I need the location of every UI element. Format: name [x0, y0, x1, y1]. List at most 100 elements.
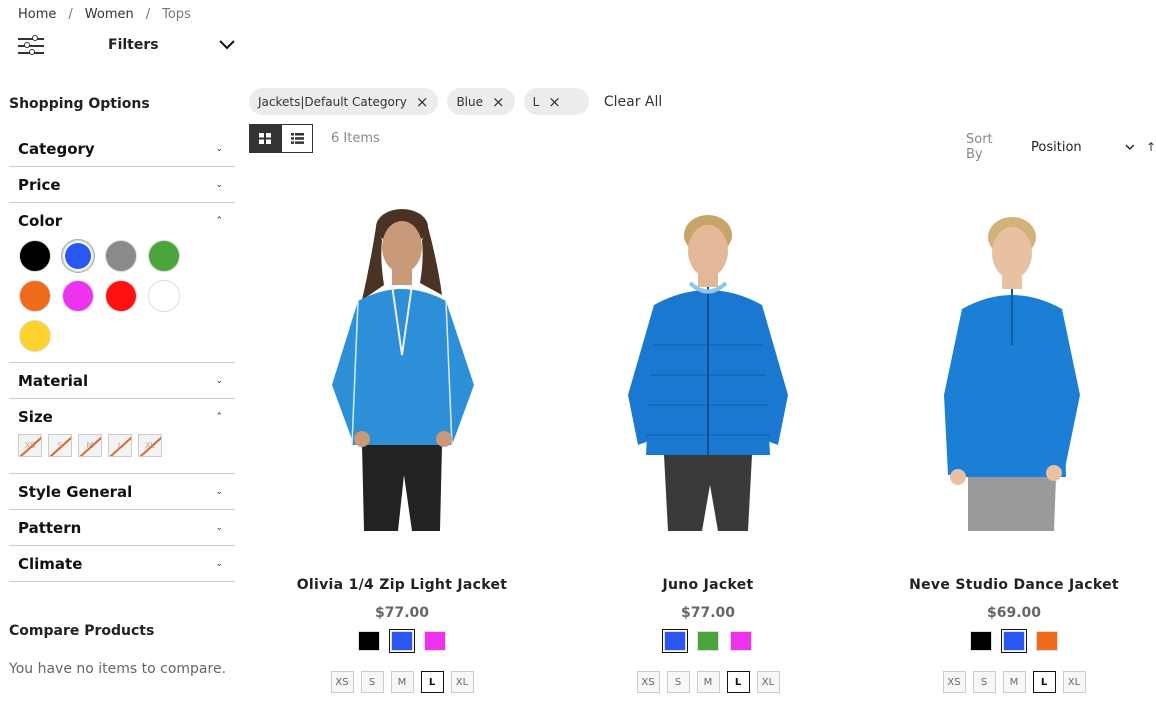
facet-climate: Climate ⌄	[9, 546, 235, 582]
facet-pattern: Pattern ⌄	[9, 510, 235, 546]
facet-color: Color ⌃	[9, 203, 235, 363]
facet-price-toggle[interactable]: Price ⌄	[9, 167, 235, 202]
sort-direction-icon[interactable]: ↑	[1146, 140, 1156, 154]
product-card: Neve Studio Dance Jacket $69.00 XS S M L XL	[861, 205, 1156, 693]
list-view-button[interactable]	[281, 124, 313, 153]
product-color-swatch[interactable]	[970, 631, 992, 651]
clear-all-link[interactable]: Clear All	[604, 94, 662, 110]
product-size-swatch[interactable]: XL	[1062, 671, 1086, 693]
product-size-swatch[interactable]: S	[666, 671, 690, 693]
product-color-swatch[interactable]	[1036, 631, 1058, 651]
breadcrumb: Home / Women / Tops	[18, 7, 191, 22]
color-swatch[interactable]	[148, 280, 180, 312]
remove-filter-icon[interactable]: ×	[548, 93, 561, 111]
product-color-swatch[interactable]	[424, 631, 446, 651]
product-image[interactable]	[292, 205, 512, 531]
color-swatch[interactable]	[148, 240, 180, 272]
breadcrumb-women[interactable]: Women	[85, 7, 134, 22]
facet-label: Material	[18, 371, 89, 390]
facet-label: Size	[18, 407, 53, 426]
chevron-down-icon	[1125, 144, 1135, 150]
facet-label: Style General	[18, 482, 133, 501]
product-size-swatches: XS S M L XL	[636, 671, 780, 693]
compare-title: Compare Products	[9, 623, 155, 639]
product-card: Olivia 1/4 Zip Light Jacket $77.00 XS S M L…	[249, 205, 555, 693]
color-swatch[interactable]	[19, 240, 51, 272]
facet-category-toggle[interactable]: Category ⌄	[9, 131, 235, 166]
chevron-down-icon: ⌄	[215, 486, 223, 497]
filter-chip-label: L	[532, 94, 540, 109]
product-price: $77.00	[680, 605, 736, 621]
color-swatch[interactable]	[62, 280, 94, 312]
filter-chip-label: Blue	[456, 94, 484, 109]
product-name[interactable]: Juno Jacket	[662, 577, 753, 593]
facet-climate-toggle[interactable]: Climate ⌄	[9, 546, 235, 581]
product-color-swatch[interactable]	[662, 629, 688, 653]
product-size-swatch[interactable]: L	[726, 671, 750, 693]
product-color-swatches	[662, 629, 752, 653]
filter-chip: L ×	[523, 88, 589, 115]
breadcrumb-tops: Tops	[162, 7, 191, 22]
product-size-swatch[interactable]: M	[390, 671, 414, 693]
color-swatch[interactable]	[61, 239, 95, 273]
product-size-swatch[interactable]: S	[360, 671, 384, 693]
grid-icon	[259, 133, 271, 144]
product-name[interactable]: Olivia 1/4 Zip Light Jacket	[297, 577, 508, 593]
product-size-swatch[interactable]: M	[1002, 671, 1026, 693]
remove-filter-icon[interactable]: ×	[492, 93, 505, 111]
product-size-swatch[interactable]: S	[972, 671, 996, 693]
facet-label: Pattern	[18, 518, 82, 537]
chevron-down-icon	[219, 40, 235, 50]
product-size-swatch[interactable]: L	[420, 671, 444, 693]
filter-chip-label: Jackets|Default Category	[258, 94, 407, 109]
view-mode-switcher	[249, 124, 313, 153]
product-size-swatches: XS S M L XL	[330, 671, 474, 693]
facet-label: Category	[18, 139, 95, 158]
sort-by-label: Sort By	[966, 132, 993, 162]
product-size-swatch[interactable]: XL	[756, 671, 780, 693]
product-image[interactable]	[598, 205, 818, 531]
remove-filter-icon[interactable]: ×	[416, 93, 429, 111]
product-size-swatch[interactable]: XS	[636, 671, 660, 693]
product-size-swatch[interactable]: L	[1032, 671, 1056, 693]
product-image[interactable]	[904, 205, 1124, 531]
product-grid: Olivia 1/4 Zip Light Jacket $77.00 XS S M L…	[249, 205, 1156, 693]
facet-size-toggle[interactable]: Size ⌃	[9, 399, 235, 434]
facet-material: Material ⌄	[9, 363, 235, 399]
color-swatch[interactable]	[19, 280, 51, 312]
filters-toggle[interactable]: Filters	[18, 34, 236, 56]
product-size-swatch[interactable]: XL	[450, 671, 474, 693]
size-option-disabled: M	[78, 434, 102, 457]
product-color-swatches	[358, 629, 446, 653]
filter-chip: Jackets|Default Category ×	[249, 88, 439, 115]
product-color-swatch[interactable]	[358, 631, 380, 651]
facet-style: Style General ⌄	[9, 474, 235, 510]
chevron-up-icon: ⌃	[215, 215, 223, 226]
product-price: $77.00	[374, 605, 430, 621]
chevron-down-icon: ⌄	[215, 375, 223, 386]
size-options: XS S M L XL	[9, 434, 235, 473]
product-size-swatch[interactable]: XS	[330, 671, 354, 693]
product-size-swatches: XS S M L XL	[942, 671, 1086, 693]
facet-color-toggle[interactable]: Color ⌃	[9, 203, 235, 238]
facet-material-toggle[interactable]: Material ⌄	[9, 363, 235, 398]
product-color-swatch[interactable]	[1001, 629, 1027, 653]
sorter: Sort By Position ↑	[966, 132, 1156, 162]
facet-category: Category ⌄	[9, 131, 235, 167]
product-color-swatch[interactable]	[389, 629, 415, 653]
color-swatch[interactable]	[19, 320, 51, 352]
breadcrumb-separator: /	[68, 7, 73, 22]
grid-view-button[interactable]	[249, 124, 281, 153]
breadcrumb-home[interactable]: Home	[18, 7, 56, 22]
color-swatch[interactable]	[105, 280, 137, 312]
facet-style-toggle[interactable]: Style General ⌄	[9, 474, 235, 509]
product-name[interactable]: Neve Studio Dance Jacket	[909, 577, 1119, 593]
product-color-swatch[interactable]	[730, 631, 752, 651]
facet-pattern-toggle[interactable]: Pattern ⌄	[9, 510, 235, 545]
product-color-swatch[interactable]	[697, 631, 719, 651]
product-size-swatch[interactable]: XS	[942, 671, 966, 693]
sort-by-select[interactable]: Position	[1031, 140, 1124, 155]
size-option-disabled: XS	[18, 434, 42, 457]
color-swatch[interactable]	[105, 240, 137, 272]
product-size-swatch[interactable]: M	[696, 671, 720, 693]
